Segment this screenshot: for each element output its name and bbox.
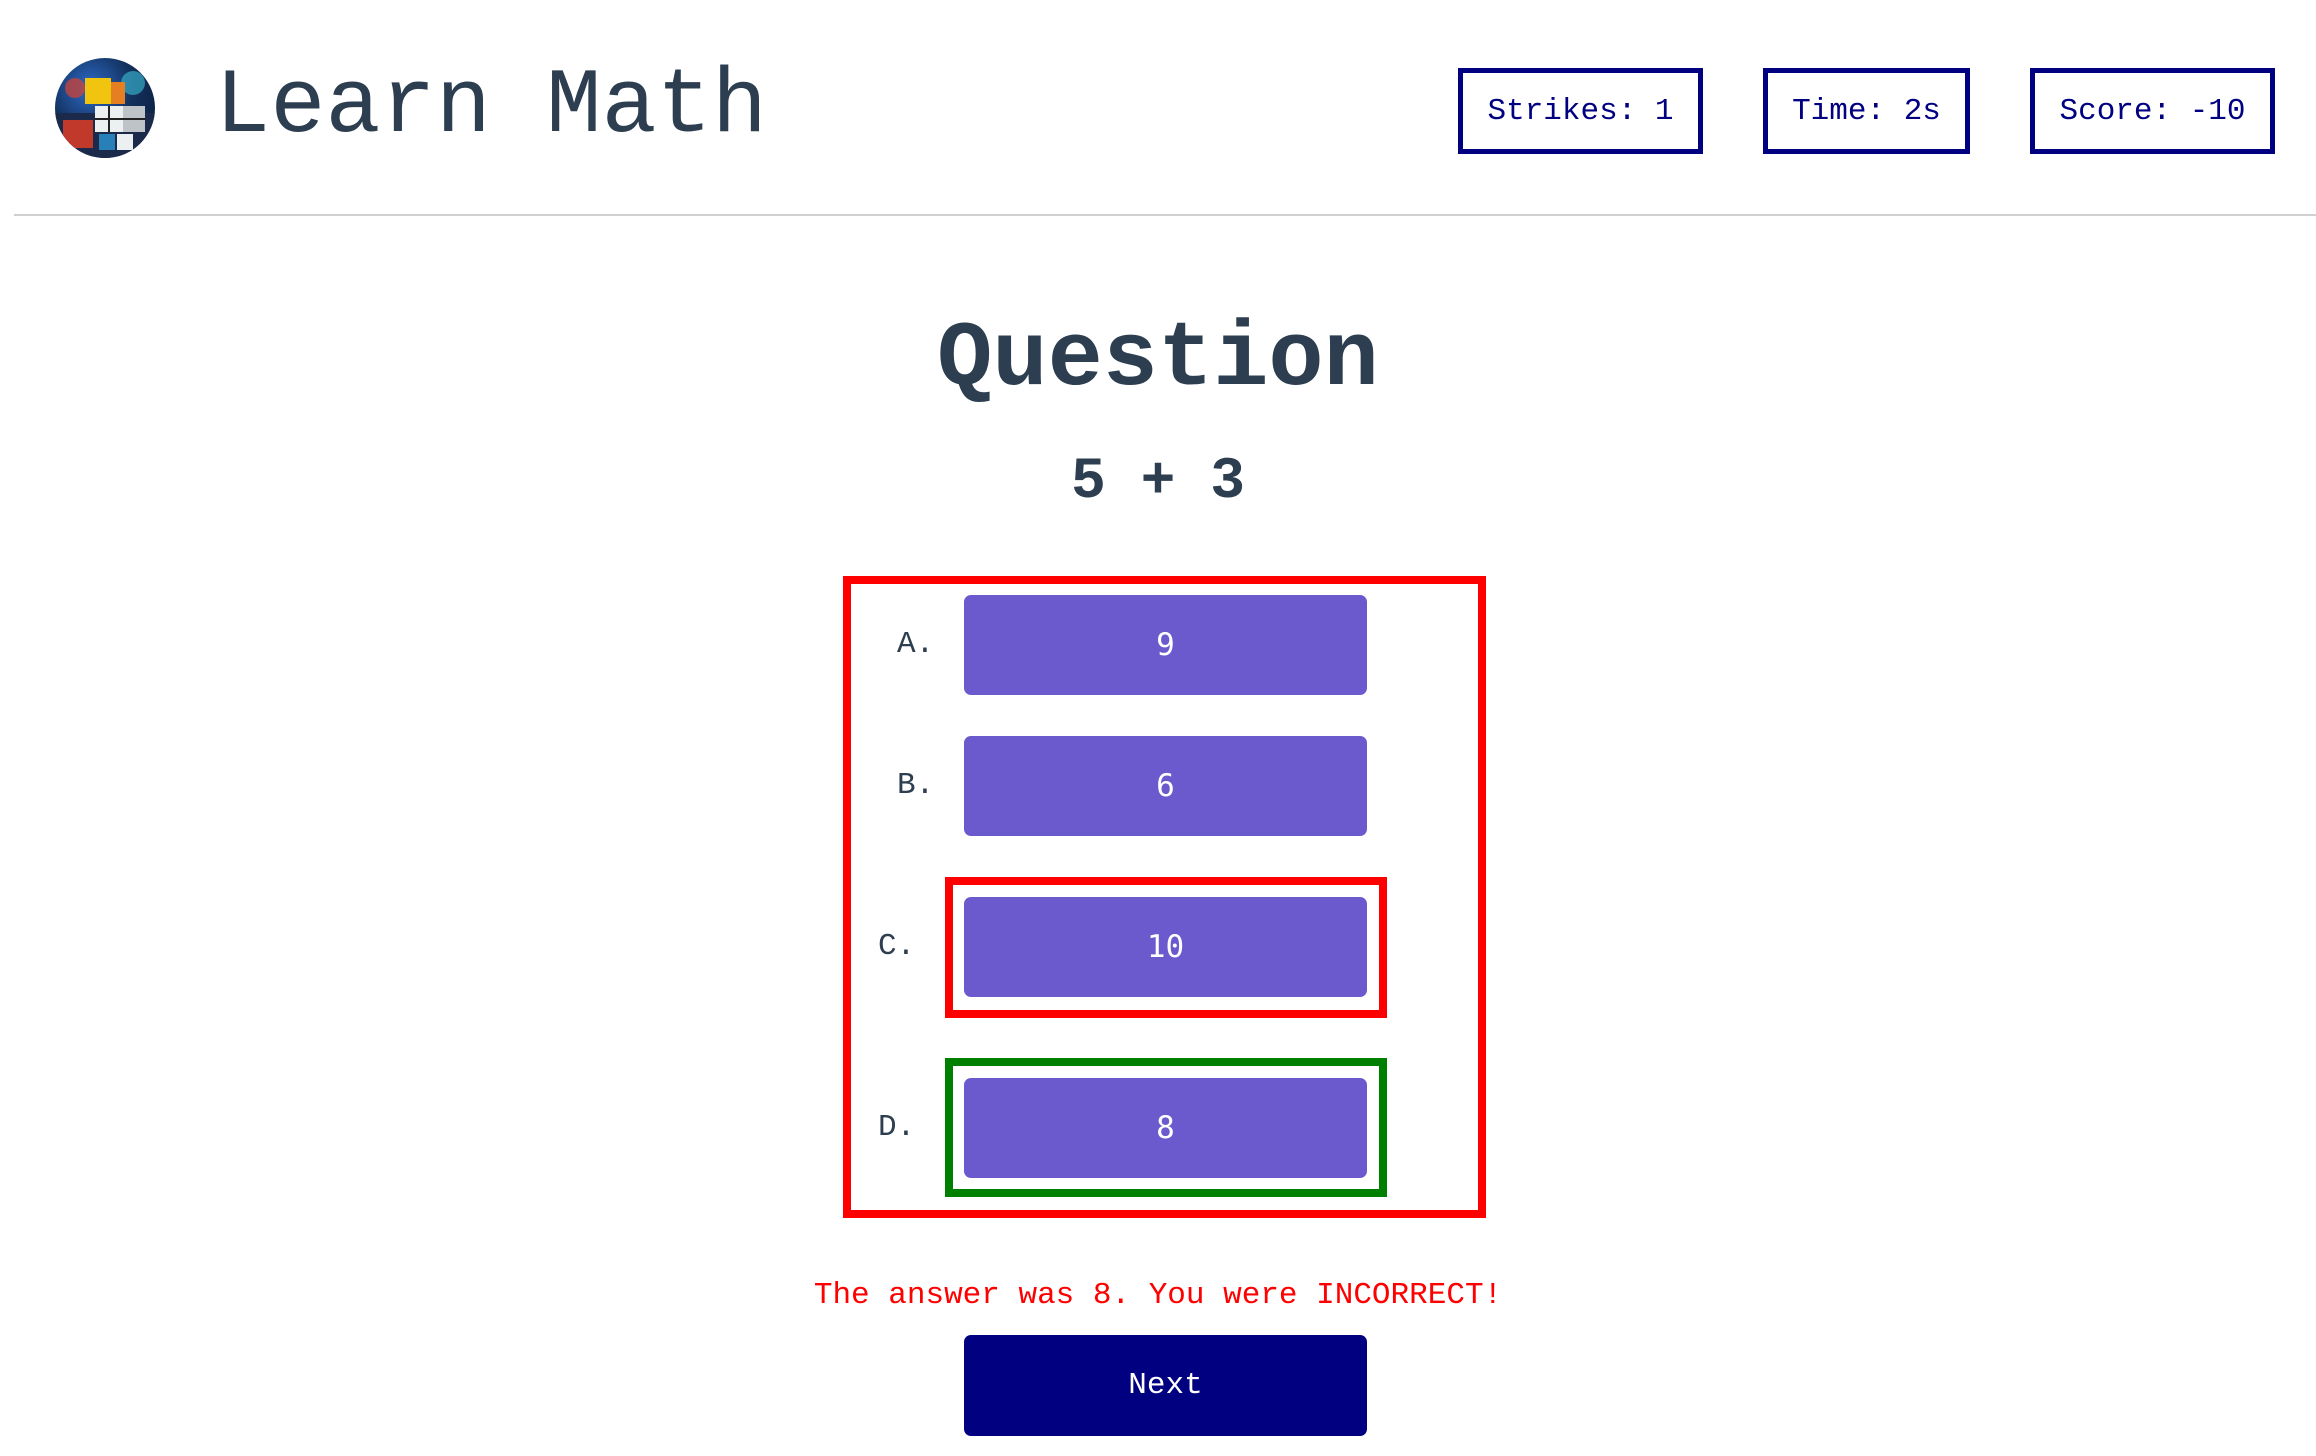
choice-a-letter: A.: [897, 627, 935, 662]
choice-d-letter: D.: [878, 1110, 916, 1145]
time-counter: Time: 2s: [1763, 68, 1970, 154]
question-heading: Question: [937, 307, 1379, 412]
next-button[interactable]: Next: [964, 1335, 1367, 1436]
choice-b-button[interactable]: 6: [964, 736, 1367, 836]
choice-a-button[interactable]: 9: [964, 595, 1367, 695]
choice-c-letter: C.: [878, 929, 916, 964]
header-divider: [14, 214, 2316, 216]
app-title: Learn Math: [215, 54, 768, 159]
choice-d-button[interactable]: 8: [964, 1078, 1367, 1178]
app-header: Learn Math Strikes: 1 Time: 2s Score: -1…: [0, 0, 2316, 216]
rubiks-cube-avatar-icon: [55, 58, 155, 158]
choice-b-letter: B.: [897, 768, 935, 803]
question-expression: 5 + 3: [1070, 450, 1246, 515]
strikes-counter: Strikes: 1: [1458, 68, 1703, 154]
choice-c-button[interactable]: 10: [964, 897, 1367, 997]
score-counter: Score: -10: [2030, 68, 2275, 154]
result-message: The answer was 8. You were INCORRECT!: [813, 1278, 1503, 1313]
